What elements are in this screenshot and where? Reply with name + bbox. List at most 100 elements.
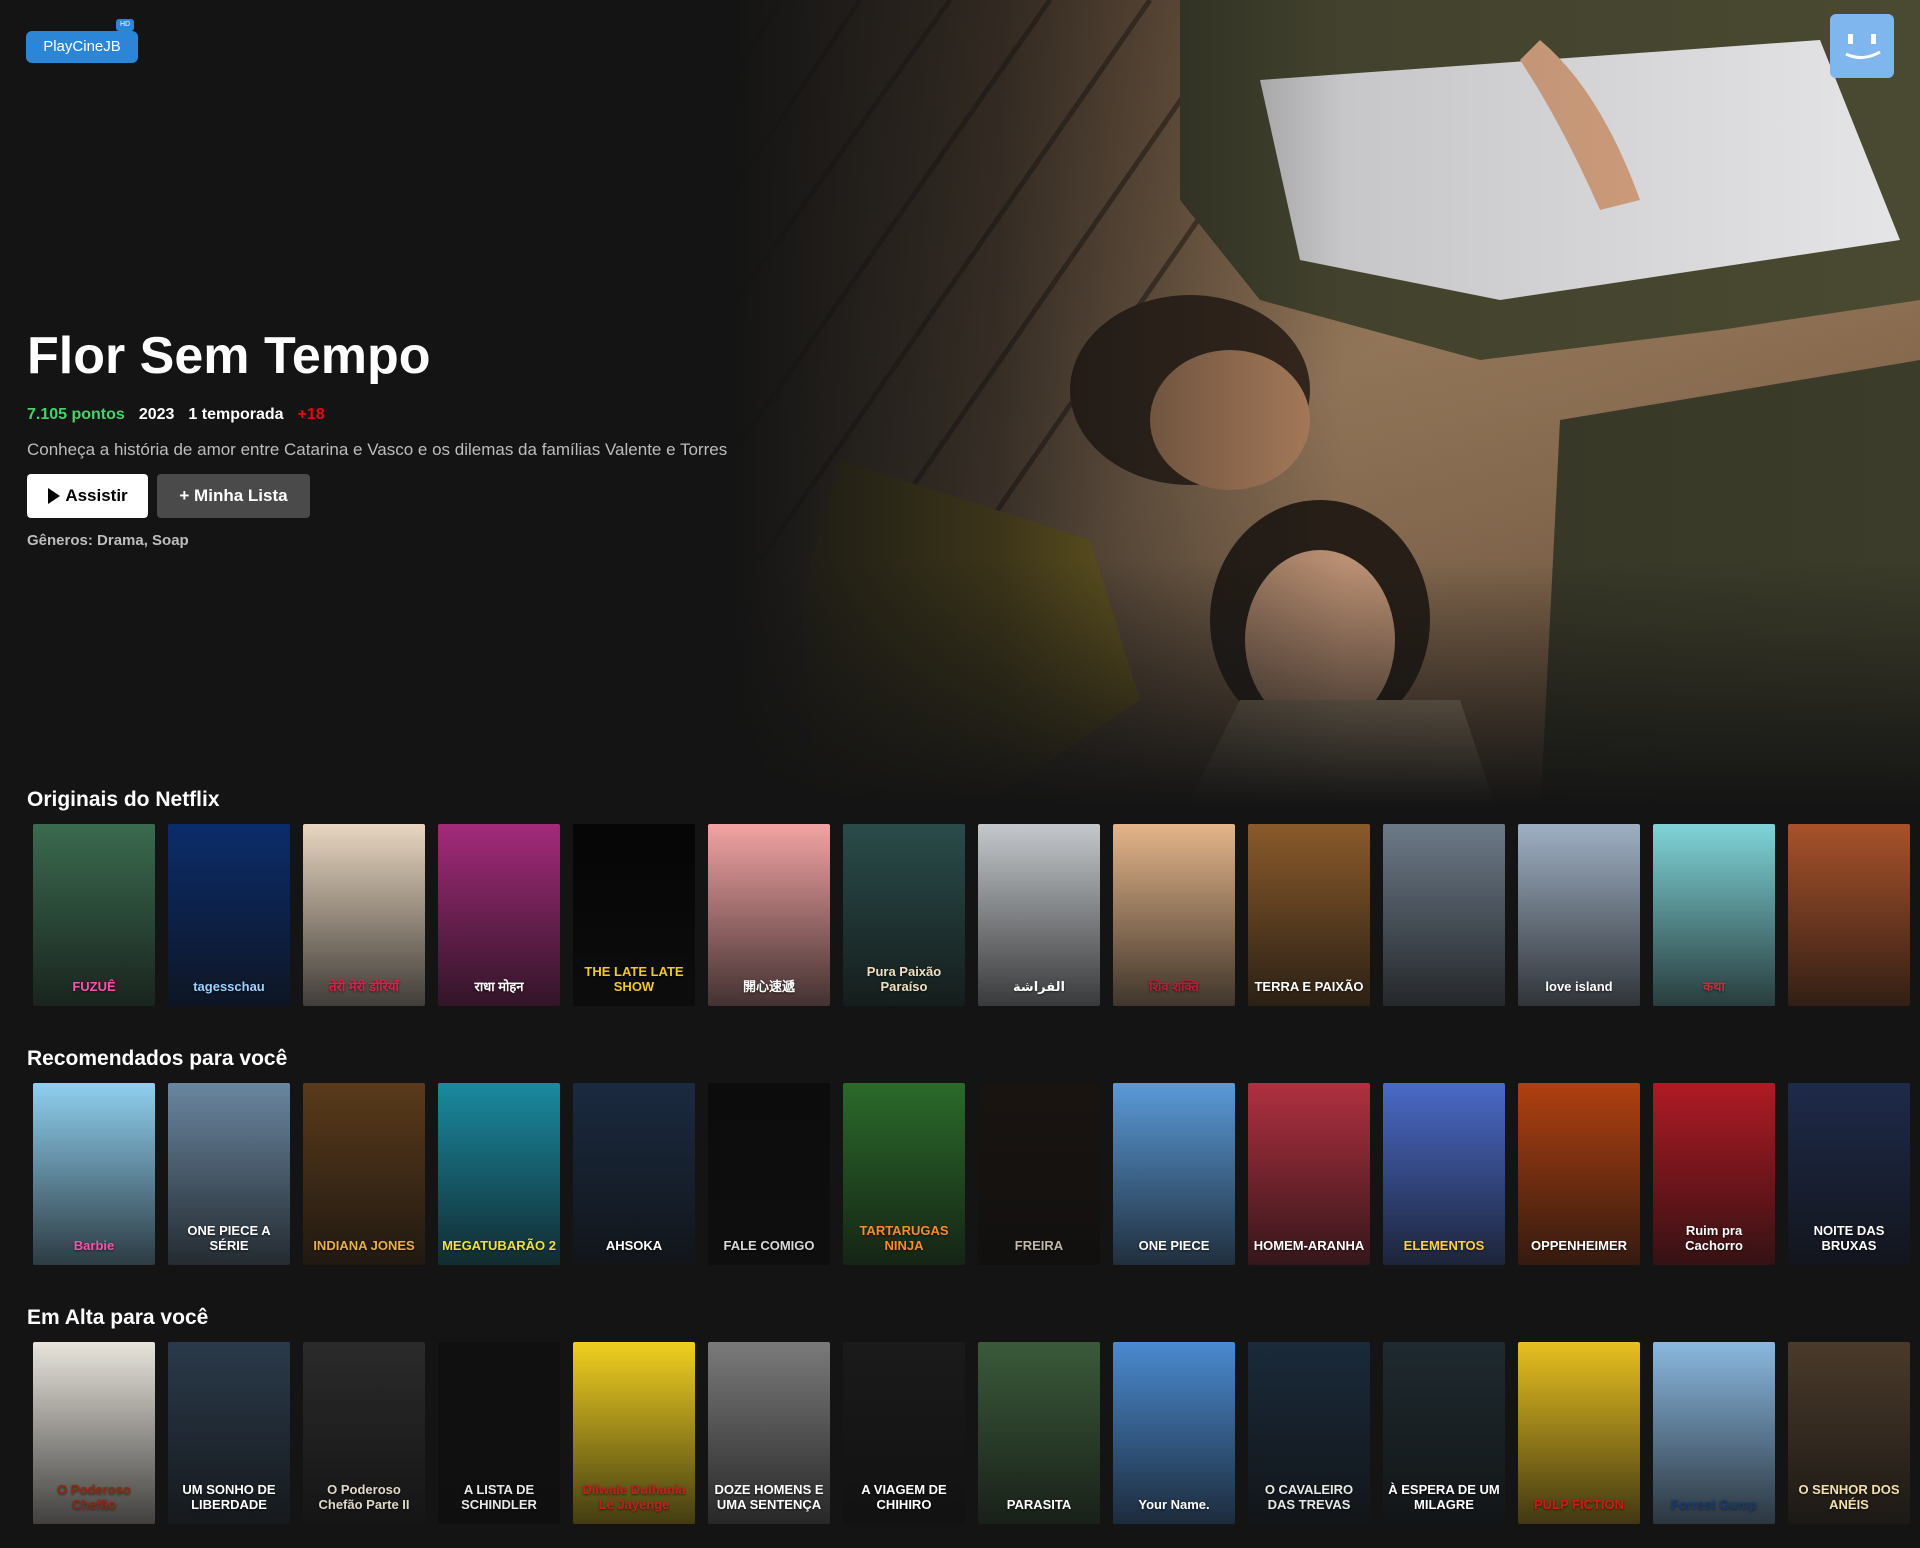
poster-title: TERRA E PAIXÃO [1254,979,1364,994]
hero-genres: Gêneros: Drama, Soap [27,532,189,549]
movie-poster[interactable]: A VIAGEM DE CHIHIRO [843,1342,965,1524]
movie-poster[interactable]: THE LATE LATE SHOW [573,824,695,1006]
movie-poster[interactable]: HOMEM-ARANHA [1248,1083,1370,1265]
poster-title: OPPENHEIMER [1530,1238,1628,1253]
poster-title: कथा [1703,979,1725,994]
poster-title: الفراشة [1013,979,1065,994]
play-button[interactable]: Assistir [27,474,148,518]
poster-row-recommended: Barbie ONE PIECE A SÉRIE INDIANA JONES MEGA… [33,1083,1920,1267]
movie-poster[interactable]: TARTARUGAS NINJA [843,1083,965,1265]
row-title-trending: Em Alta para você [27,1306,209,1329]
poster-title: Forrest Gump [1671,1497,1757,1512]
movie-poster[interactable]: INDIANA JONES [303,1083,425,1265]
poster-title: Your Name. [1138,1497,1210,1512]
movie-poster[interactable]: शिव शक्ति [1113,824,1235,1006]
poster-title: Dilwale Dulhania Le Jayenge [582,1482,686,1512]
poster-title: O SENHOR DOS ANÉIS [1798,1482,1900,1512]
hero-description: Conheça a história de amor entre Catarin… [27,440,728,459]
movie-poster[interactable]: AHSOKA [573,1083,695,1265]
movie-poster[interactable]: 開心速遞 [708,824,830,1006]
movie-poster[interactable]: तेरी मेरी डोरियाँ [303,824,425,1006]
movie-poster[interactable]: DOZE HOMENS E UMA SENTENÇA [708,1342,830,1524]
poster-title: FREIRA [1014,1238,1064,1253]
movie-poster[interactable]: الفراشة [978,824,1100,1006]
movie-poster[interactable]: O CAVALEIRO DAS TREVAS [1248,1342,1370,1524]
poster-title: O Poderoso Chefão [57,1482,131,1512]
play-icon [48,488,61,504]
hero-seasons: 1 temporada [188,406,284,423]
poster-title: DOZE HOMENS E UMA SENTENÇA [714,1482,824,1512]
hero-banner: PlayCineJB HD Flor Sem Tempo 7.105 ponto… [0,0,1920,820]
movie-poster[interactable]: ONE PIECE A SÉRIE [168,1083,290,1265]
poster-title: AHSOKA [605,1238,663,1253]
movie-poster[interactable]: O Poderoso Chefão Parte II [303,1342,425,1524]
hero-score: 7.105 pontos [27,406,125,423]
hero-meta: 7.105 pontos 2023 1 temporada +18 [27,406,325,424]
profile-avatar-icon[interactable] [1830,14,1894,78]
poster-title: INDIANA JONES [313,1238,415,1253]
poster-title: À ESPERA DE UM MILAGRE [1388,1482,1500,1512]
movie-poster[interactable]: FREIRA [978,1083,1100,1265]
logo-text: PlayCineJB [26,31,138,63]
hero-year: 2023 [138,406,175,423]
play-button-label: Assistir [65,486,128,505]
poster-title: A VIAGEM DE CHIHIRO [861,1482,947,1512]
poster-title: love island [1545,979,1613,994]
movie-poster[interactable]: MEGATUBARÃO 2 [438,1083,560,1265]
add-to-list-button[interactable]: + Minha Lista [157,474,310,518]
movie-poster[interactable]: Barbie [33,1083,155,1265]
poster-title: राधा मोहन [474,979,524,994]
poster-title: O CAVALEIRO DAS TREVAS [1264,1482,1354,1512]
movie-poster[interactable]: OPPENHEIMER [1518,1083,1640,1265]
movie-poster[interactable]: राधा मोहन [438,824,560,1006]
poster-title: A LISTA DE SCHINDLER [461,1482,537,1512]
hd-badge: HD [116,19,134,31]
movie-poster[interactable]: TERRA E PAIXÃO [1248,824,1370,1006]
poster-row-trending: O Poderoso Chefão UM SONHO DE LIBERDADE O … [33,1342,1920,1526]
poster-title: UM SONHO DE LIBERDADE [182,1482,276,1512]
poster-title: शिव शक्ति [1149,979,1199,994]
poster-title: Ruim pra Cachorro [1685,1223,1743,1253]
movie-poster[interactable] [1788,824,1910,1006]
poster-title: TARTARUGAS NINJA [859,1223,949,1253]
movie-poster[interactable]: tagesschau [168,824,290,1006]
poster-title: Pura Paixão Paraíso [866,964,942,994]
site-logo[interactable]: PlayCineJB HD [26,17,138,79]
hero-bottom-gradient [0,560,1920,820]
poster-title: Barbie [73,1238,115,1253]
poster-row-netflix-originals: FUZUÊ tagesschau तेरी मेरी डोरियाँ राधा मोह… [33,824,1920,1008]
poster-title: O Poderoso Chefão Parte II [318,1482,410,1512]
movie-poster[interactable]: NOITE DAS BRUXAS [1788,1083,1910,1265]
poster-title: tagesschau [193,979,265,994]
poster-title: 開心速遞 [742,979,795,994]
movie-poster[interactable] [1383,824,1505,1006]
hero-title: Flor Sem Tempo [27,327,431,385]
movie-poster[interactable]: Forrest Gump [1653,1342,1775,1524]
movie-poster[interactable]: Pura Paixão Paraíso [843,824,965,1006]
movie-poster[interactable]: Your Name. [1113,1342,1235,1524]
movie-poster[interactable]: FALE COMIGO [708,1083,830,1265]
movie-poster[interactable]: ONE PIECE [1113,1083,1235,1265]
poster-title: HOMEM-ARANHA [1253,1238,1365,1253]
movie-poster[interactable]: Dilwale Dulhania Le Jayenge [573,1342,695,1524]
poster-title: PARASITA [1006,1497,1072,1512]
movie-poster[interactable]: PULP FICTION [1518,1342,1640,1524]
movie-poster[interactable]: O SENHOR DOS ANÉIS [1788,1342,1910,1524]
movie-poster[interactable]: love island [1518,824,1640,1006]
movie-poster[interactable]: ELEMENTOS [1383,1083,1505,1265]
movie-poster[interactable]: À ESPERA DE UM MILAGRE [1383,1342,1505,1524]
poster-title: MEGATUBARÃO 2 [442,1238,556,1253]
movie-poster[interactable]: PARASITA [978,1342,1100,1524]
row-title-netflix-originals: Originais do Netflix [27,788,220,811]
movie-poster[interactable]: A LISTA DE SCHINDLER [438,1342,560,1524]
poster-title: तेरी मेरी डोरियाँ [329,979,399,994]
movie-poster[interactable]: FUZUÊ [33,824,155,1006]
hero-age-rating: +18 [297,406,325,423]
movie-poster[interactable]: UM SONHO DE LIBERDADE [168,1342,290,1524]
movie-poster[interactable]: O Poderoso Chefão [33,1342,155,1524]
movie-poster[interactable]: Ruim pra Cachorro [1653,1083,1775,1265]
movie-poster[interactable]: कथा [1653,824,1775,1006]
row-title-recommended: Recomendados para você [27,1047,288,1070]
add-to-list-label: + Minha Lista [179,486,288,505]
poster-title: ELEMENTOS [1403,1238,1485,1253]
